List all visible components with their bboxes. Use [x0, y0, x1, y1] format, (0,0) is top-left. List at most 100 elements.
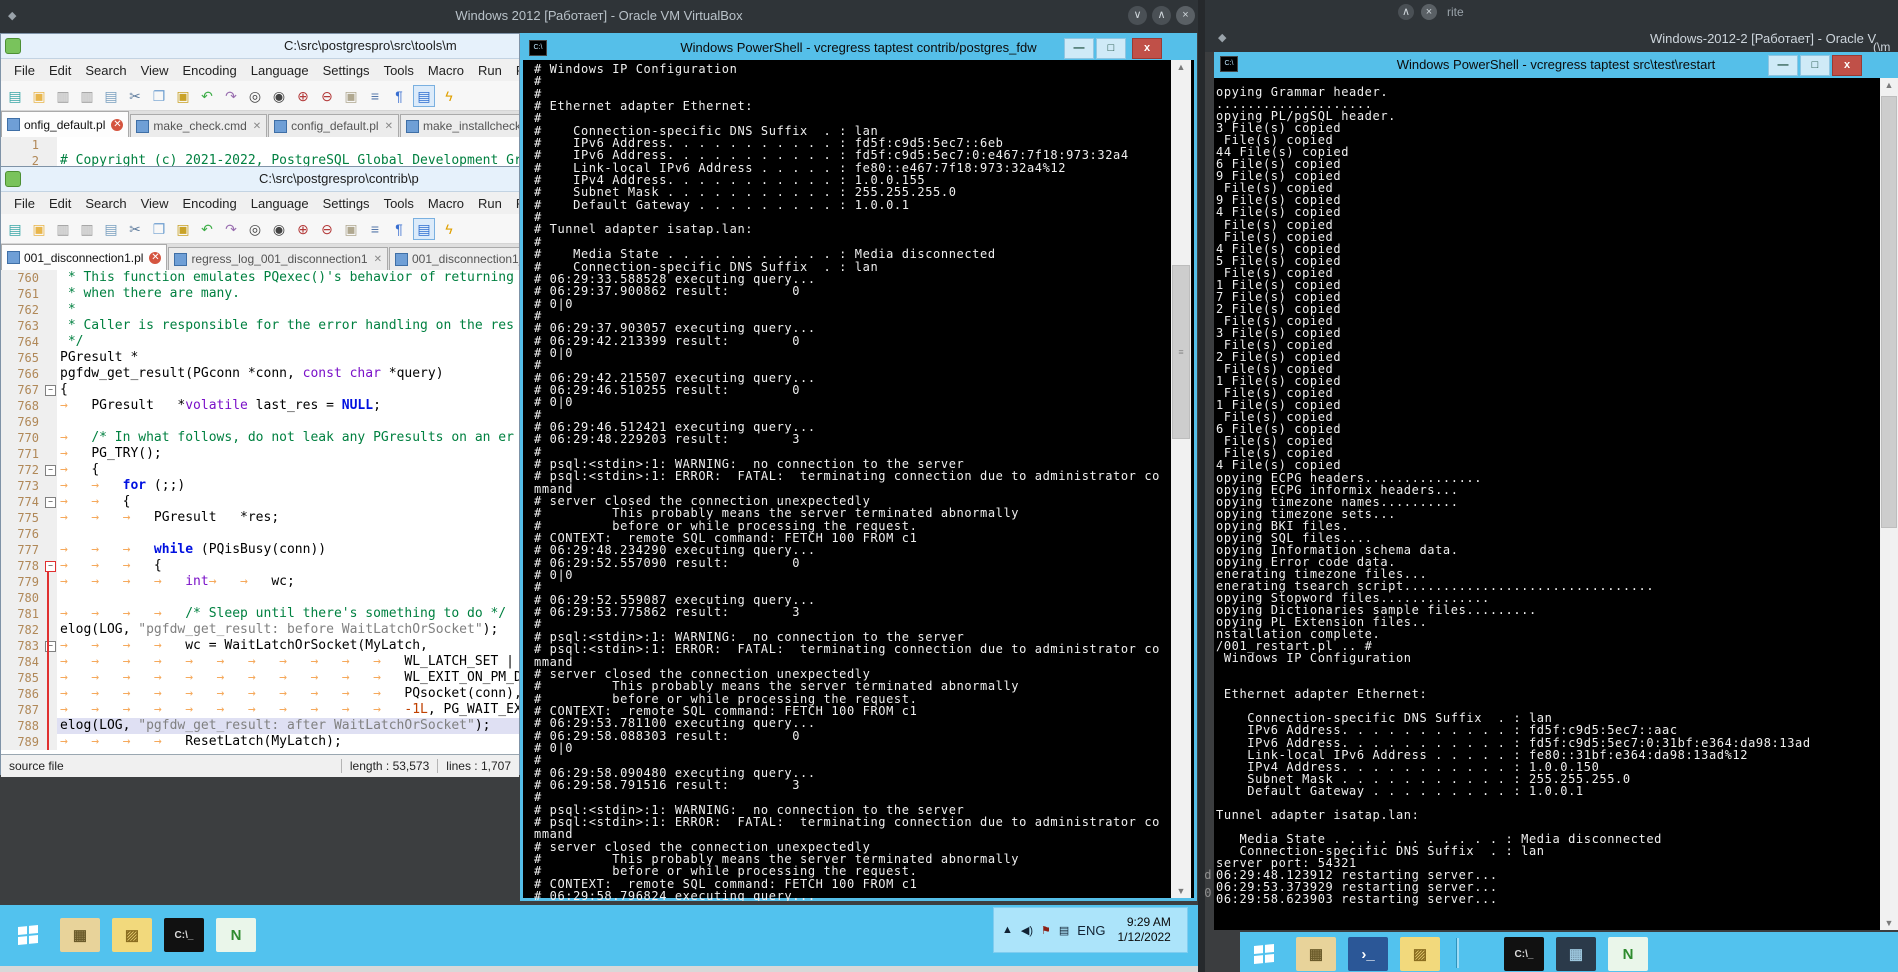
scroll-down-icon[interactable]: ▼	[1880, 918, 1898, 928]
fold-margin[interactable]	[43, 542, 57, 558]
notepadpp1-editor[interactable]: 1 2# Copyright (c) 2021-2022, PostgreSQL…	[1, 137, 519, 168]
cut-icon[interactable]: ✂	[125, 219, 145, 239]
save-all-icon[interactable]: ▥	[77, 86, 97, 106]
action-center-icon[interactable]: ⚑	[1041, 924, 1051, 937]
pin-icon[interactable]: ◆	[1218, 31, 1226, 44]
scrollbar-thumb[interactable]	[1881, 96, 1897, 528]
fold-margin[interactable]	[43, 622, 57, 638]
menu-item-search[interactable]: Search	[78, 196, 133, 211]
zoom-out-icon[interactable]: ⊖	[317, 219, 337, 239]
menu-item-settings[interactable]: Settings	[316, 63, 377, 78]
show-symbols-icon[interactable]: ¶	[389, 86, 409, 106]
fold-margin[interactable]: −	[43, 558, 57, 574]
ps-mid-scrollbar[interactable]: ▲ ≡ ▼	[1171, 60, 1191, 898]
fold-margin[interactable]	[43, 590, 57, 606]
menu-item-plugins[interactable]: Plugins	[509, 196, 519, 211]
clock[interactable]: 9:29 AM 1/12/2022	[1117, 915, 1170, 945]
redo-icon[interactable]: ↷	[221, 86, 241, 106]
file-explorer-icon[interactable]: ▨	[112, 918, 152, 952]
fold-margin[interactable]	[43, 734, 57, 750]
fold-margin[interactable]: −	[43, 638, 57, 654]
network-icon[interactable]: ▤	[1059, 924, 1069, 937]
left-vm-titlebar[interactable]: ◆ Windows 2012 [Работает] - Oracle VM Vi…	[0, 0, 1198, 33]
tab-config-default-pl[interactable]: config_default.pl✕	[268, 114, 399, 137]
ps-mid-titlebar[interactable]: C:\ Windows PowerShell - vcregress tapte…	[523, 36, 1194, 60]
wrap-icon[interactable]: ≡	[365, 86, 385, 106]
new-file-icon[interactable]: ▤	[5, 86, 25, 106]
server-manager-icon[interactable]: ▦	[1296, 937, 1336, 971]
print-icon[interactable]: ▤	[101, 86, 121, 106]
indent-guide-icon[interactable]: ▤	[413, 218, 435, 240]
menu-item-edit[interactable]: Edit	[42, 63, 78, 78]
fold-margin[interactable]	[43, 686, 57, 702]
fold-margin[interactable]	[43, 478, 57, 494]
ps-right-scrollbar[interactable]: ▲ ▼	[1880, 78, 1898, 930]
menu-item-view[interactable]: View	[134, 196, 176, 211]
zoom-in-icon[interactable]: ⊕	[293, 86, 313, 106]
menu-item-settings[interactable]: Settings	[316, 196, 377, 211]
maximize-button[interactable]: □	[1096, 38, 1126, 59]
fold-margin[interactable]: −	[43, 382, 57, 398]
menu-item-macro[interactable]: Macro	[421, 196, 471, 211]
minimize-button[interactable]: —	[1064, 38, 1094, 59]
fold-marker-icon[interactable]: −	[45, 561, 56, 572]
cmd-icon[interactable]: C:\_	[1504, 937, 1544, 971]
right-vm-titlebar[interactable]: ∧ × rite ◆ Windows-2012-2 [Работает] - O…	[1205, 0, 1898, 52]
fold-marker-icon[interactable]: −	[45, 385, 56, 396]
indent-guide-icon[interactable]: ▤	[413, 85, 435, 107]
undo-icon[interactable]: ↶	[197, 86, 217, 106]
fold-margin[interactable]	[43, 398, 57, 414]
cut-icon[interactable]: ✂	[125, 86, 145, 106]
close-icon[interactable]: ×	[1421, 4, 1437, 20]
paste-icon[interactable]: ▣	[173, 86, 193, 106]
close-button[interactable]: x	[1132, 38, 1162, 59]
find-icon[interactable]: ◎	[245, 219, 265, 239]
menu-item-run[interactable]: Run	[471, 63, 509, 78]
fold-margin[interactable]	[43, 702, 57, 718]
tray-chevron-icon[interactable]: ▲	[1002, 924, 1013, 936]
show-symbols-icon[interactable]: ¶	[389, 219, 409, 239]
menu-item-run[interactable]: Run	[471, 196, 509, 211]
tab-regress-log-001-disconnection1[interactable]: regress_log_001_disconnection1✕	[168, 247, 388, 270]
notepadpp2-titlebar[interactable]: C:\src\postgrespro\contrib\p	[1, 167, 519, 192]
fold-margin[interactable]	[43, 654, 57, 670]
replace-icon[interactable]: ◉	[269, 219, 289, 239]
menu-item-file[interactable]: File	[7, 196, 42, 211]
tab-close-icon[interactable]: ✕	[385, 121, 393, 132]
menu-item-language[interactable]: Language	[244, 63, 316, 78]
file-explorer-icon[interactable]: ▨	[1400, 937, 1440, 971]
open-file-icon[interactable]: ▣	[29, 219, 49, 239]
doc-switch-icon[interactable]: ▣	[341, 86, 361, 106]
menu-item-encoding[interactable]: Encoding	[176, 63, 244, 78]
fold-margin[interactable]	[43, 670, 57, 686]
tab-001-disconnection1-pl[interactable]: 001_disconnection1.pl✕	[1, 244, 167, 270]
start-button[interactable]	[8, 918, 48, 952]
menu-item-edit[interactable]: Edit	[42, 196, 78, 211]
left-vm-taskbar[interactable]: ▦▨C:\_N ▲ ◀) ⚑ ▤ ENG 9:29 AM 1/12/2022	[0, 905, 1198, 966]
ps-right-titlebar[interactable]: C:\ Windows PowerShell - vcregress tapte…	[1214, 52, 1898, 78]
notepadpp-icon[interactable]: N	[1608, 937, 1648, 971]
fold-margin[interactable]	[43, 718, 57, 734]
macro-run-icon[interactable]: ϟ	[439, 86, 459, 106]
chevron-up-icon[interactable]: ∧	[1398, 4, 1414, 20]
menu-item-tools[interactable]: Tools	[377, 196, 421, 211]
fold-margin[interactable]	[43, 318, 57, 334]
wrap-icon[interactable]: ≡	[365, 219, 385, 239]
save-icon[interactable]: ▥	[53, 219, 73, 239]
scroll-up-icon[interactable]: ▲	[1880, 80, 1898, 90]
ps-mid-console[interactable]: # Windows IP Configuration### Ethernet a…	[526, 60, 1179, 901]
fold-margin[interactable]	[43, 526, 57, 542]
find-icon[interactable]: ◎	[245, 86, 265, 106]
tab-close-icon[interactable]: ✕	[149, 252, 161, 264]
tab-close-icon[interactable]: ✕	[111, 119, 123, 131]
fold-marker-icon[interactable]: −	[45, 465, 56, 476]
powershell-icon[interactable]: ›_	[1348, 937, 1388, 971]
scroll-down-icon[interactable]: ▼	[1171, 886, 1191, 896]
redo-icon[interactable]: ↷	[221, 219, 241, 239]
fold-margin[interactable]	[43, 270, 57, 286]
menu-item-view[interactable]: View	[134, 63, 176, 78]
notepadpp2-editor[interactable]: 760 * This function emulates PQexec()'s …	[1, 270, 519, 754]
computer-icon[interactable]: ▦	[1556, 937, 1596, 971]
copy-icon[interactable]: ❐	[149, 219, 169, 239]
macro-run-icon[interactable]: ϟ	[439, 219, 459, 239]
